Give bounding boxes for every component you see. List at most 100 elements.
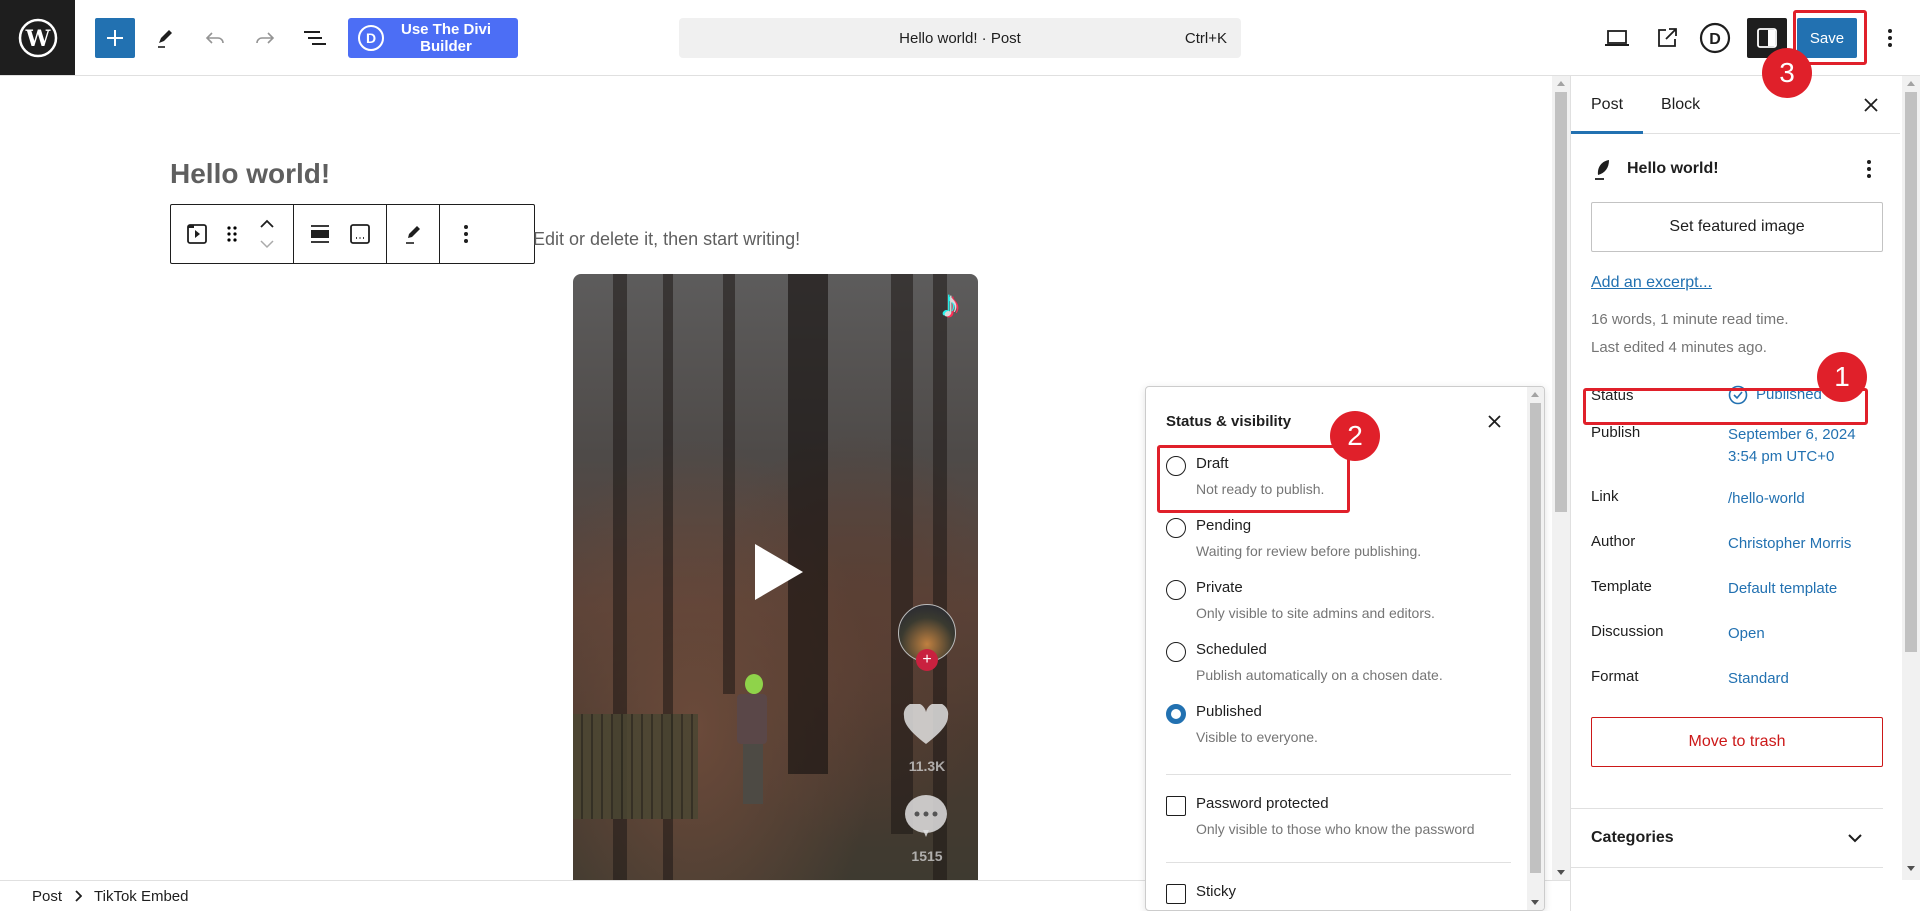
canvas-scroll-thumb[interactable] [1555,92,1567,512]
block-options-button[interactable] [446,212,486,256]
breadcrumb-post[interactable]: Post [32,888,62,905]
laptop-icon [1605,30,1629,46]
svg-text:W: W [24,26,50,52]
publish-date-button[interactable]: September 6, 2024 3:54 pm UTC+0 [1728,424,1856,468]
published-label[interactable]: Published [1196,703,1262,720]
scheduled-label[interactable]: Scheduled [1196,641,1267,658]
scheduled-description: Publish automatically on a chosen date. [1196,667,1443,683]
undo-button[interactable] [195,18,235,58]
popover-divider [1166,862,1511,863]
options-menu-button[interactable] [1872,18,1908,58]
sticky-label[interactable]: Sticky [1196,883,1236,900]
sidebar-scroll-thumb[interactable] [1905,92,1917,652]
permalink-value[interactable]: /hello-world [1728,488,1805,510]
popover-close-button[interactable] [1482,409,1506,433]
tab-post[interactable]: Post [1571,76,1644,134]
follow-button[interactable]: + [916,649,938,671]
popover-title: Status & visibility [1166,413,1292,430]
pending-label[interactable]: Pending [1196,517,1251,534]
command-palette-bar[interactable]: Hello world! · Post Ctrl+K [679,18,1241,58]
comment-icon [905,795,947,837]
link-row: Link /hello-world [1591,488,1880,510]
command-bar-shortcut: Ctrl+K [1184,29,1227,47]
scroll-down-arrow-icon[interactable] [1907,866,1915,871]
private-label[interactable]: Private [1196,579,1243,596]
chevron-right-icon [75,890,83,902]
draft-radio[interactable] [1166,456,1186,476]
post-actions-button[interactable] [1858,158,1880,180]
format-value[interactable]: Standard [1728,668,1789,690]
sidebar-scrollbar[interactable] [1902,76,1920,880]
external-link-icon [1658,28,1677,47]
password-protected-label[interactable]: Password protected [1196,795,1329,812]
document-overview-button[interactable] [295,18,335,58]
video-person [733,674,773,804]
step-2-badge: 2 [1330,411,1380,461]
edit-url-button[interactable] [393,212,433,256]
scroll-up-arrow-icon[interactable] [1557,81,1565,86]
published-radio[interactable] [1166,704,1186,724]
close-icon [1487,414,1501,428]
block-toolbar [170,204,535,264]
breadcrumb-tiktok-embed[interactable]: TikTok Embed [94,888,188,905]
wordpress-logo-button[interactable]: W [0,0,75,75]
align-wide-icon [311,225,329,243]
redo-button[interactable] [245,18,285,58]
pending-radio[interactable] [1166,518,1186,538]
discussion-value[interactable]: Open [1728,623,1765,645]
scroll-down-arrow-icon[interactable] [1557,870,1565,875]
scroll-down-arrow-icon[interactable] [1531,900,1539,905]
view-post-button[interactable] [1647,18,1687,58]
move-up-button[interactable] [259,214,275,234]
sticky-checkbox[interactable] [1166,884,1186,904]
canvas-scrollbar[interactable] [1552,76,1570,880]
set-featured-image-button[interactable]: Set featured image [1591,202,1883,252]
drag-handle[interactable] [217,212,247,256]
block-type-button[interactable] [177,212,217,256]
scheduled-radio[interactable] [1166,642,1186,662]
scroll-up-arrow-icon[interactable] [1531,392,1539,397]
move-down-button[interactable] [259,234,275,254]
categories-panel-toggle[interactable]: Categories [1571,808,1883,868]
pencil-icon [406,226,420,244]
password-protected-description: Only visible to those who know the passw… [1196,821,1475,837]
use-divi-builder-button[interactable]: D Use The Divi Builder [348,18,518,58]
move-to-trash-button[interactable]: Move to trash [1591,717,1883,767]
popover-scrollbar[interactable] [1527,387,1544,910]
draft-label[interactable]: Draft [1196,455,1229,472]
more-vertical-icon [464,225,468,243]
save-button[interactable]: Save [1797,18,1857,58]
author-value[interactable]: Christopher Morris [1728,533,1851,555]
publish-label: Publish [1591,424,1641,441]
preview-button[interactable] [1597,18,1637,58]
publish-time: 3:54 pm UTC+0 [1728,448,1835,465]
draft-description: Not ready to publish. [1196,481,1325,497]
tab-block[interactable]: Block [1643,76,1720,133]
close-sidebar-button[interactable] [1856,90,1886,120]
comment-button[interactable] [903,794,949,838]
post-title[interactable]: Hello world! [170,158,330,190]
author-row: Author Christopher Morris [1591,533,1880,555]
caption-button[interactable] [340,212,380,256]
template-value[interactable]: Default template [1728,578,1837,600]
format-row: Format Standard [1591,668,1880,690]
tiktok-embed-video[interactable]: ♪ + 11.3K 1515 [573,274,978,880]
author-label: Author [1591,533,1636,550]
align-button[interactable] [300,212,340,256]
add-block-button[interactable] [95,18,135,58]
link-label: Link [1591,488,1619,505]
tools-button[interactable] [145,18,185,58]
post-summary-header: Hello world! [1591,136,1880,202]
play-button[interactable] [755,544,803,600]
like-button[interactable] [903,704,949,746]
scroll-up-arrow-icon[interactable] [1907,81,1915,86]
paragraph-block[interactable]: Edit or delete it, then start writing! [533,229,800,250]
add-excerpt-link[interactable]: Add an excerpt... [1591,274,1880,292]
sidebar-post-title: Hello world! [1627,160,1719,177]
divi-toggle-button[interactable]: D [1695,18,1735,58]
popover-scroll-thumb[interactable] [1530,403,1541,873]
private-radio[interactable] [1166,580,1186,600]
editor-header: W D Use The Divi Builder Hello world! · … [0,0,1920,76]
status-value-button[interactable]: Published [1728,384,1822,406]
password-protected-checkbox[interactable] [1166,796,1186,816]
